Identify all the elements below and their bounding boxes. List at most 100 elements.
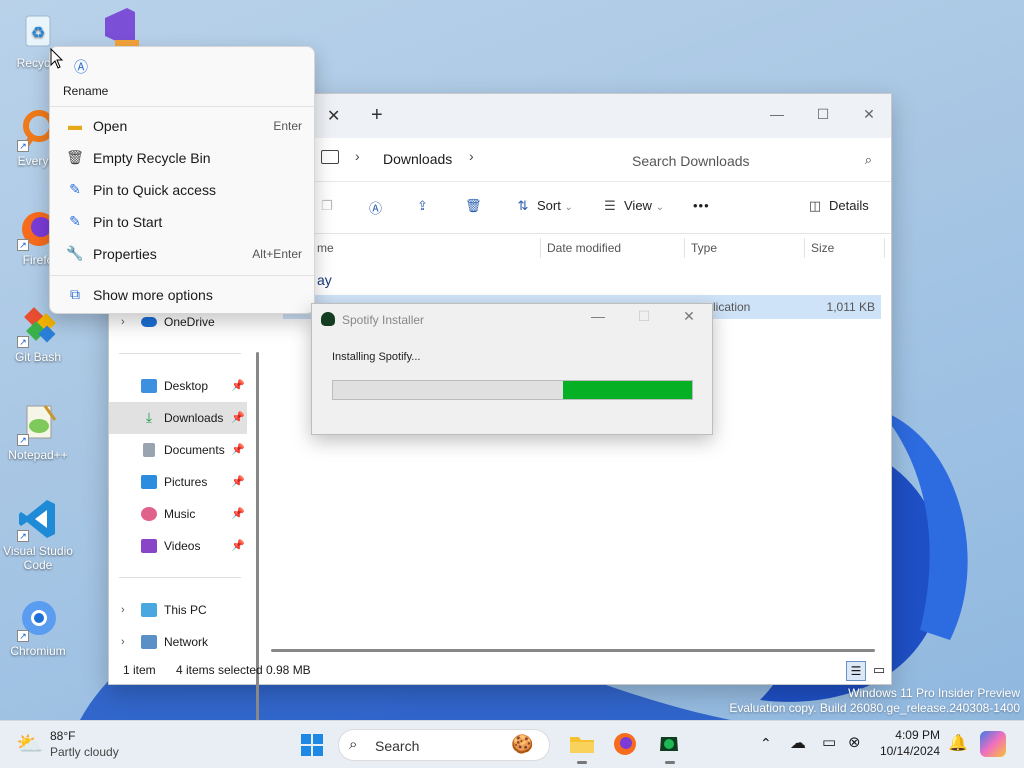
maximize-button[interactable]: ☐ xyxy=(801,100,845,130)
column-divider xyxy=(884,238,885,258)
sort-button[interactable]: ⇅ Sort ⌄ xyxy=(515,198,573,214)
desktop-icon-visual-studio[interactable] xyxy=(82,4,154,52)
new-tab-button[interactable]: + xyxy=(371,104,383,127)
clock-time: 4:09 PM xyxy=(895,728,940,742)
close-button[interactable]: ✕ xyxy=(847,100,891,130)
nav-item-videos[interactable]: Videos 📌 xyxy=(109,530,247,562)
desktop-icon-label: Git Bash xyxy=(14,350,62,364)
nav-item-music[interactable]: Music 📌 xyxy=(109,498,247,530)
search-input[interactable]: Search Downloads ⌕ xyxy=(620,144,882,176)
display-icon[interactable]: ▭ xyxy=(822,733,836,751)
status-bar: 1 item 4 items selected 0.98 MB ☰ ▭ xyxy=(109,658,891,684)
nav-item-this-pc[interactable]: › This PC xyxy=(109,594,247,626)
trash-icon: 🗑 xyxy=(66,149,84,165)
cloud-icon xyxy=(141,317,157,327)
picture-icon xyxy=(141,475,157,489)
taskbar-search-box[interactable]: ⌕ Search 🍪 xyxy=(338,729,550,761)
download-arrow-icon: ⤓ xyxy=(145,409,153,425)
evaluation-watermark: Windows 11 Pro Insider Preview Evaluatio… xyxy=(729,686,1020,716)
nav-item-desktop[interactable]: Desktop 📌 xyxy=(109,370,247,402)
menu-item-show-more-options[interactable]: ⧉ Show more options xyxy=(54,280,312,310)
minimize-button[interactable]: — xyxy=(755,100,799,130)
share-icon[interactable]: ⇪ xyxy=(417,198,428,214)
horizontal-scrollbar[interactable] xyxy=(271,649,875,652)
menu-item-empty-recycle-bin[interactable]: 🗑 Empty Recycle Bin xyxy=(54,143,312,173)
shortcut-arrow-icon: ↗ xyxy=(17,239,29,251)
nav-scrollbar[interactable] xyxy=(256,352,259,754)
divider xyxy=(119,577,241,578)
mouse-cursor-icon xyxy=(50,48,64,69)
notification-bell-icon[interactable]: 🔔 xyxy=(948,733,968,753)
expand-chevron-icon[interactable]: › xyxy=(121,594,125,626)
spotify-installer-dialog: Spotify Installer — ☐ ✕ Installing Spoti… xyxy=(311,303,713,435)
weather-widget[interactable]: ⛅ 88°F Partly cloudy xyxy=(14,729,134,761)
group-header[interactable]: ay xyxy=(317,272,332,288)
copilot-preview-icon[interactable] xyxy=(980,731,1006,757)
nav-item-network[interactable]: › Network xyxy=(109,626,247,658)
pin-icon[interactable]: 📌 xyxy=(231,466,245,498)
chevron-right-icon[interactable]: › xyxy=(469,148,474,164)
expand-chevron-icon[interactable]: › xyxy=(121,626,125,658)
start-button[interactable] xyxy=(300,733,324,757)
desktop-icon-notepad-plus-plus[interactable]: ↗ Notepad++ xyxy=(2,400,74,462)
column-size[interactable]: Size xyxy=(811,241,834,255)
nav-item-downloads[interactable]: ⤓ Downloads 📌 xyxy=(109,402,247,434)
network-status-icon[interactable]: ☁ xyxy=(790,733,806,753)
close-button[interactable]: ✕ xyxy=(675,308,703,325)
tiles-view-button[interactable]: ▭ xyxy=(869,661,889,681)
pin-icon: ✎ xyxy=(69,213,81,229)
notepad-plus-plus-icon: ↗ xyxy=(15,400,61,446)
delete-icon[interactable]: 🗑 xyxy=(465,198,482,214)
watermark-line-2: Evaluation copy. Build 26080.ge_release.… xyxy=(729,701,1020,715)
volume-muted-icon[interactable]: ⊗ xyxy=(848,733,861,751)
weather-description: Partly cloudy xyxy=(50,745,119,759)
menu-label: Open xyxy=(93,118,128,134)
clock[interactable]: 4:09 PM 10/14/2024 xyxy=(874,727,940,759)
shortcut-arrow-icon: ↗ xyxy=(17,336,29,348)
details-button[interactable]: ◫ Details xyxy=(807,198,869,214)
column-date-modified[interactable]: Date modified xyxy=(547,241,621,255)
minimize-button[interactable]: — xyxy=(584,308,612,324)
view-button[interactable]: ☰ View ⌄ xyxy=(602,198,664,214)
column-type[interactable]: Type xyxy=(691,241,717,255)
menu-item-pin-to-start[interactable]: ✎ Pin to Start xyxy=(54,207,312,237)
pin-icon[interactable]: 📌 xyxy=(231,370,245,402)
details-view-button[interactable]: ☰ xyxy=(846,661,866,681)
svg-text:♻: ♻ xyxy=(31,25,45,42)
pin-icon[interactable]: 📌 xyxy=(231,402,245,434)
show-hidden-icons-chevron-icon[interactable]: ⌃ xyxy=(760,735,772,752)
watermark-line-1: Windows 11 Pro Insider Preview xyxy=(848,686,1020,700)
pin-icon[interactable]: 📌 xyxy=(231,530,245,562)
music-icon xyxy=(141,507,157,521)
chevron-right-icon[interactable]: › xyxy=(355,148,360,164)
maximize-button[interactable]: ☐ xyxy=(630,308,658,325)
breadcrumb-downloads[interactable]: Downloads xyxy=(383,151,452,167)
desktop-folder-icon xyxy=(141,379,157,393)
column-name[interactable]: me xyxy=(317,241,334,255)
rename-icon[interactable]: Ⓐ xyxy=(369,198,382,217)
chevron-down-icon: ⌄ xyxy=(655,202,664,213)
column-divider xyxy=(804,238,805,258)
shortcut-arrow-icon: ↗ xyxy=(17,140,29,152)
menu-item-pin-quick-access[interactable]: ✎ Pin to Quick access xyxy=(54,175,312,205)
menu-label: Empty Recycle Bin xyxy=(93,150,211,166)
taskbar-firefox[interactable] xyxy=(612,731,640,759)
desktop-icon-vscode[interactable]: ↗ Visual Studio Code xyxy=(2,496,74,572)
menu-item-open[interactable]: ▬ Open Enter xyxy=(54,111,312,141)
menu-item-properties[interactable]: 🔧 Properties Alt+Enter xyxy=(54,239,312,269)
this-pc-icon[interactable] xyxy=(321,150,339,164)
pin-icon[interactable]: 📌 xyxy=(231,498,245,530)
pin-icon[interactable]: 📌 xyxy=(231,434,245,466)
rename-icon[interactable]: Ⓐ xyxy=(74,57,88,77)
desktop-icon-chromium[interactable]: ↗ Chromium xyxy=(2,596,74,658)
more-options-button[interactable]: ••• xyxy=(693,198,710,213)
copy-icon[interactable]: ❐ xyxy=(321,198,333,214)
taskbar-spotify-installer[interactable] xyxy=(656,731,684,764)
divider xyxy=(50,106,314,107)
tab-close-icon[interactable]: ✕ xyxy=(327,106,340,126)
computer-icon xyxy=(141,603,157,617)
nav-item-documents[interactable]: Documents 📌 xyxy=(109,434,247,466)
selection-size: 0.98 MB xyxy=(266,663,311,677)
taskbar-file-explorer[interactable] xyxy=(568,731,596,764)
nav-item-pictures[interactable]: Pictures 📌 xyxy=(109,466,247,498)
